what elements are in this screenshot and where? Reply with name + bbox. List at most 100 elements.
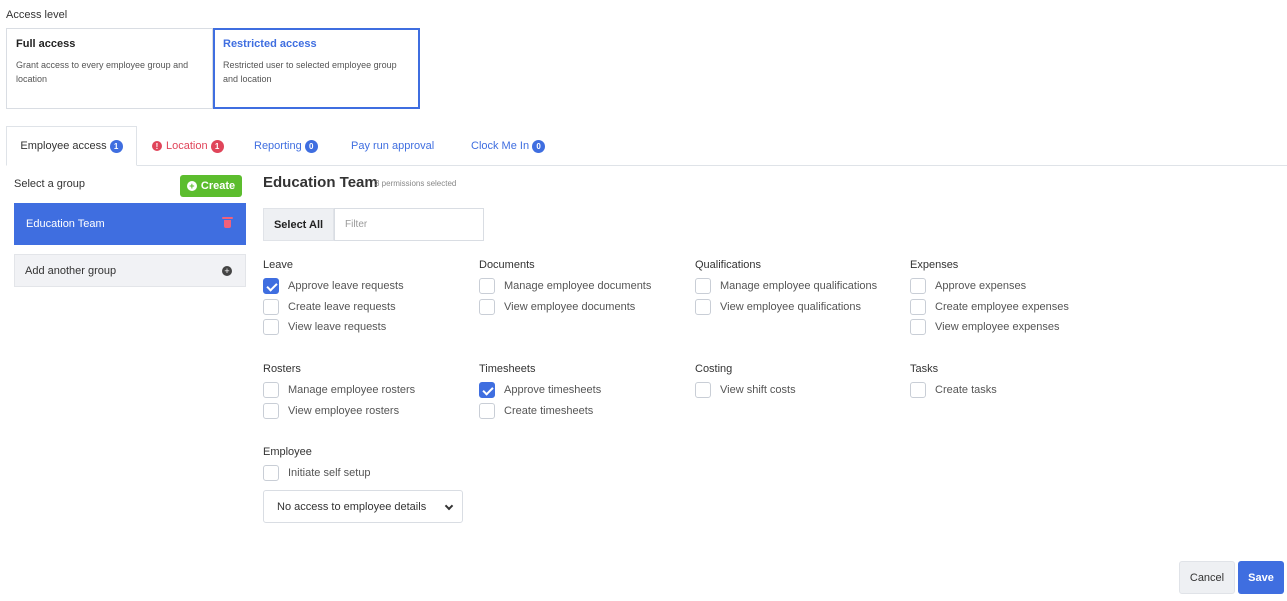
permission-label: View employee documents (504, 300, 636, 313)
permission-checkbox-row[interactable]: Approve leave requests (263, 276, 473, 297)
error-icon: ! (152, 141, 162, 151)
permission-label: Approve timesheets (504, 384, 602, 397)
tab-badge: 1 (109, 139, 123, 153)
cancel-button[interactable]: Cancel (1179, 561, 1235, 594)
permission-checkbox-row[interactable]: Create tasks (910, 380, 1120, 401)
permission-label: Create employee expenses (935, 300, 1069, 313)
access-level-label: Access level (6, 9, 68, 21)
checkbox[interactable] (263, 402, 279, 419)
employee-details-select[interactable]: No access to employee details (263, 490, 463, 523)
permission-checkbox-row[interactable]: View leave requests (263, 317, 473, 338)
tab-badge: 0 (304, 139, 318, 153)
permission-label: View employee qualifications (720, 300, 862, 313)
section-title: Rosters (263, 363, 301, 375)
tab-badge: 1 (210, 139, 224, 153)
permission-checkbox-row[interactable]: Create timesheets (479, 401, 689, 422)
checkbox[interactable] (695, 382, 711, 399)
checkbox[interactable] (263, 382, 279, 399)
permission-checkbox-row[interactable]: Manage employee qualifications (695, 276, 905, 297)
permission-section-employee: Employee Initiate self setup (263, 446, 473, 484)
tab-pay-run-approval[interactable]: Pay run approval (351, 126, 434, 166)
permission-checkbox-row[interactable]: Manage employee rosters (263, 380, 473, 401)
section-title: Timesheets (479, 363, 536, 375)
permission-label: View employee expenses (935, 321, 1060, 334)
permission-checkbox-row[interactable]: Approve expenses (910, 276, 1120, 297)
tab-label: Pay run approval (351, 140, 435, 152)
section-title: Documents (479, 259, 535, 271)
restricted-access-option[interactable]: Restricted access Restricted user to sel… (213, 28, 420, 109)
permission-section-timesheets: Timesheets Approve timesheets Create times… (479, 363, 689, 421)
permission-section-leave: Leave Approve leave requests Create leave … (263, 259, 473, 338)
permission-checkbox-row[interactable]: View shift costs (695, 380, 905, 401)
permission-label: Manage employee qualifications (720, 280, 878, 293)
group-item-education-team[interactable]: Education Team (14, 203, 246, 245)
checkbox[interactable] (910, 382, 926, 399)
create-group-button[interactable]: + Create (180, 175, 242, 197)
checkbox[interactable] (479, 298, 495, 315)
tab-employee-access[interactable]: Employee access 1 (6, 126, 137, 166)
checkbox[interactable] (263, 298, 279, 315)
tab-label: Reporting (254, 140, 302, 152)
permission-label: View employee rosters (288, 404, 400, 417)
permission-checkbox-row[interactable]: Create leave requests (263, 297, 473, 318)
full-access-title: Full access (16, 38, 76, 50)
permission-checkbox-row[interactable]: View employee expenses (910, 317, 1120, 338)
permission-count: 3 permissions selected (375, 179, 457, 188)
checkbox[interactable] (479, 278, 495, 295)
select-all-button[interactable]: Select All (263, 208, 334, 241)
permission-label: Manage employee rosters (288, 384, 416, 397)
create-label: Create (200, 180, 236, 192)
permission-section-documents: Documents Manage employee documents View e… (479, 259, 689, 317)
restricted-access-title: Restricted access (223, 38, 317, 50)
select-group-label: Select a group (14, 178, 85, 190)
checkbox-checked[interactable] (263, 278, 279, 295)
trash-icon[interactable] (222, 217, 233, 228)
add-another-group-button[interactable]: Add another group + (14, 254, 246, 287)
checkbox[interactable] (263, 319, 279, 336)
permission-section-costing: Costing View shift costs (695, 363, 905, 401)
checkbox[interactable] (479, 402, 495, 419)
plus-circle-icon: + (186, 181, 197, 191)
tab-label: Location (166, 140, 208, 152)
permission-label: Approve leave requests (288, 280, 404, 293)
permission-section-qualifications: Qualifications Manage employee qualificat… (695, 259, 905, 317)
checkbox[interactable] (910, 278, 926, 295)
add-group-label: Add another group (25, 264, 117, 277)
permission-label: Manage employee documents (504, 280, 652, 293)
permission-label: Create leave requests (288, 300, 396, 313)
section-title: Qualifications (695, 259, 762, 271)
permission-label: View shift costs (720, 384, 796, 397)
checkbox[interactable] (910, 319, 926, 336)
plus-circle-icon: + (222, 266, 232, 276)
section-title: Tasks (910, 363, 939, 375)
permission-label: Create timesheets (504, 404, 594, 417)
tab-clock-me-in[interactable]: Clock Me In 0 (471, 126, 546, 166)
permission-checkbox-row[interactable]: Manage employee documents (479, 276, 689, 297)
permission-checkbox-row[interactable]: Initiate self setup (263, 463, 473, 484)
tab-reporting[interactable]: Reporting 0 (254, 126, 318, 166)
group-label: Education Team (26, 218, 105, 230)
full-access-option[interactable]: Full access Grant access to every employ… (6, 28, 213, 109)
permission-checkbox-row[interactable]: Approve timesheets (479, 380, 689, 401)
permission-checkbox-row[interactable]: View employee rosters (263, 401, 473, 422)
filter-input[interactable] (334, 208, 484, 241)
tab-location[interactable]: ! Location 1 (152, 126, 224, 166)
full-access-desc: Grant access to every employee group and… (16, 60, 189, 84)
checkbox-checked[interactable] (479, 382, 495, 399)
permission-checkbox-row[interactable]: View employee qualifications (695, 297, 905, 318)
save-button[interactable]: Save (1238, 561, 1284, 594)
checkbox[interactable] (695, 298, 711, 315)
chevron-down-icon (444, 501, 454, 511)
section-title: Costing (695, 363, 733, 375)
section-title: Employee (263, 446, 312, 458)
permission-checkbox-row[interactable]: View employee documents (479, 297, 689, 318)
group-title: Education Team (263, 174, 378, 191)
tab-label: Employee access (20, 140, 107, 152)
section-title: Expenses (910, 259, 959, 271)
permission-section-tasks: Tasks Create tasks (910, 363, 1120, 401)
permission-checkbox-row[interactable]: Create employee expenses (910, 297, 1120, 318)
checkbox[interactable] (263, 465, 279, 482)
checkbox[interactable] (910, 298, 926, 315)
permission-label: Approve expenses (935, 280, 1027, 293)
checkbox[interactable] (695, 278, 711, 295)
